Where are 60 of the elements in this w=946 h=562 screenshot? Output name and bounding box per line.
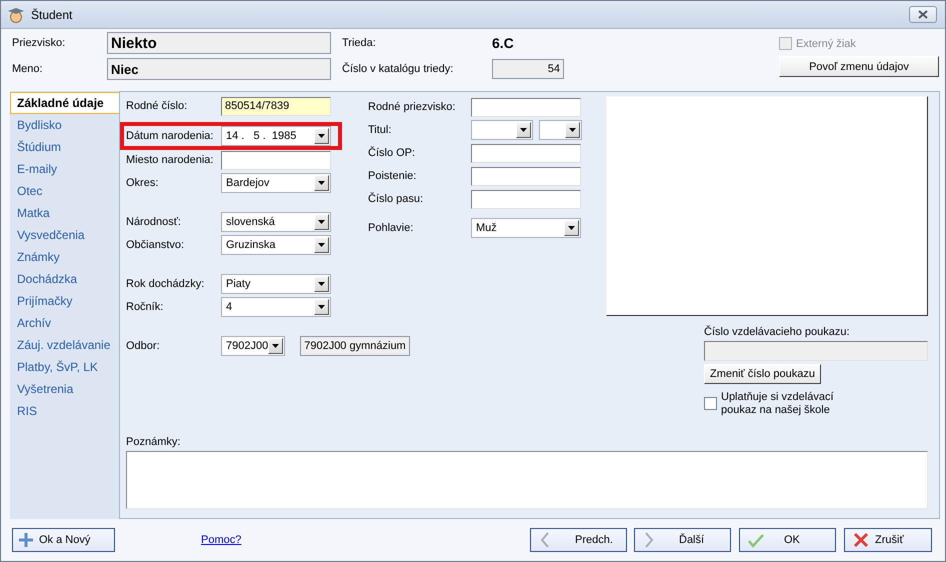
field-label: Poznámky:	[126, 436, 182, 448]
field-label: Meno:	[12, 63, 44, 75]
footer-button[interactable]: Zrušiť	[844, 528, 932, 552]
tab[interactable]: Známky	[10, 246, 119, 268]
name-field: Niekto	[107, 32, 331, 54]
tab[interactable]: Prijímačky	[10, 290, 119, 312]
tab[interactable]: Matka	[10, 202, 119, 224]
field-label: Rodné priezvisko:	[368, 101, 456, 113]
field-label: Číslo pasu:	[368, 193, 424, 205]
field-label: Číslo OP:	[368, 147, 416, 159]
field-label: Národnosť:	[126, 216, 182, 228]
tab[interactable]: Záuj. vzdelávanie	[10, 334, 119, 356]
field-label: Číslo v katalógu triedy:	[342, 63, 454, 75]
tab[interactable]: Platby, ŠvP, LK	[10, 356, 119, 378]
description-field: 7902J00 gymnázium	[300, 336, 410, 356]
tab[interactable]: Bydlisko	[10, 114, 119, 136]
input-field[interactable]: 850514/7839	[221, 96, 331, 116]
field-label: Pohlavie:	[368, 222, 414, 234]
help-link[interactable]: Pomoc?	[201, 534, 242, 546]
date-picker[interactable]: 14 . 5 . 1985	[221, 126, 331, 146]
dropdown[interactable]: Gruzinska	[221, 235, 331, 255]
tab[interactable]: Dochádzka	[10, 268, 119, 290]
checkbox-label: Externý žiak	[796, 38, 856, 50]
field-label: Titul:	[368, 124, 392, 136]
tab[interactable]: Otec	[10, 180, 119, 202]
number-field: 54	[492, 59, 564, 79]
tab[interactable]: Archív	[10, 312, 119, 334]
dropdown[interactable]: Piaty	[221, 274, 331, 294]
footer-button[interactable]: OK	[739, 528, 836, 552]
field-label: Poistenie:	[368, 170, 418, 182]
tab[interactable]: Vysvedčenia	[10, 224, 119, 246]
dropdown[interactable]: 4	[221, 297, 331, 317]
window-title: Študent	[31, 8, 74, 22]
field-label: Priezvisko:	[12, 37, 66, 49]
tab[interactable]: E-maily	[10, 158, 119, 180]
tab[interactable]: Štúdium	[10, 136, 119, 158]
field-label: Miesto narodenia:	[126, 154, 214, 166]
dropdown[interactable]: Muž	[471, 218, 581, 238]
name-field: Niec	[107, 58, 331, 80]
field-label: Číslo vzdelávacieho poukazu:	[704, 326, 850, 338]
dropdown[interactable]: slovenská	[221, 212, 331, 232]
ok-and-new-button[interactable]: Ok a Nový	[12, 528, 115, 552]
footer-button[interactable]: Ďalší	[634, 528, 731, 552]
field-label: Trieda:	[342, 37, 377, 49]
dropdown[interactable]: Bardejov	[221, 173, 331, 193]
dropdown[interactable]: 7902J00	[221, 336, 286, 356]
field-label: Dátum narodenia:	[126, 130, 214, 142]
field-label: Rok dochádzky:	[126, 278, 206, 290]
footer-button[interactable]: Predch.	[530, 528, 627, 552]
field-label: Odbor:	[126, 340, 161, 352]
class-value: 6.C	[492, 35, 514, 51]
field-label: Ročník:	[126, 301, 164, 313]
tab[interactable]: Základné údaje	[10, 92, 120, 114]
allow-edit-button[interactable]: Povoľ zmenu údajov	[779, 56, 939, 77]
tab[interactable]: RIS	[10, 400, 119, 422]
field-label: Občianstvo:	[126, 239, 186, 251]
tab[interactable]: Vyšetrenia	[10, 378, 119, 400]
field-label: Rodné číslo:	[126, 100, 188, 112]
field-label: Okres:	[126, 177, 160, 189]
checkbox-label: Uplatňuje si vzdelávací poukaz na našej škole	[721, 391, 835, 417]
